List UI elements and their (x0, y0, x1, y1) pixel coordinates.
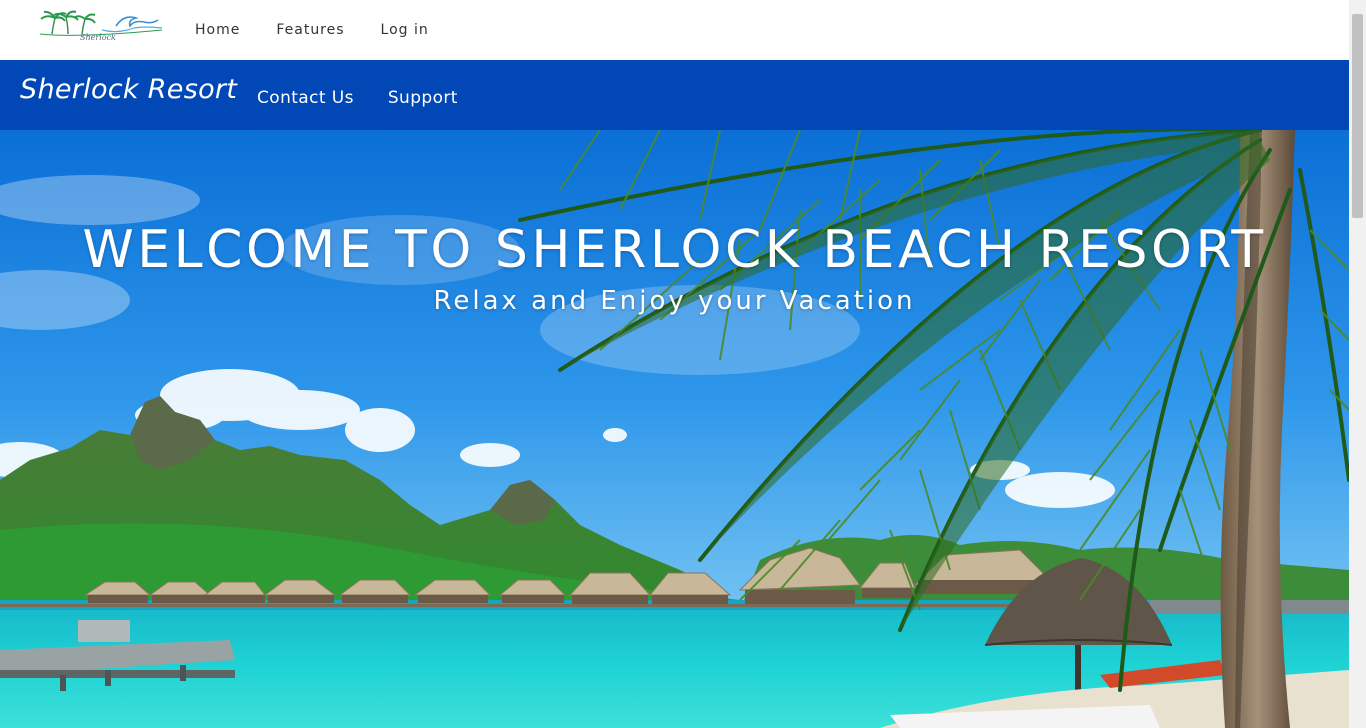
brand-nav-links: Contact Us Support (240, 60, 475, 130)
logo-text: Sherlock (80, 33, 116, 42)
hero-subtitle: Relax and Enjoy your Vacation (433, 286, 916, 316)
nav-support-link[interactable]: Support (371, 88, 475, 108)
nav-contact-us-link[interactable]: Contact Us (240, 88, 371, 108)
scrollbar-thumb[interactable] (1352, 14, 1363, 218)
nav-home-link[interactable]: Home (177, 0, 258, 60)
vertical-scrollbar[interactable] (1349, 0, 1366, 728)
top-navbar: Sherlock Home Features Log in (0, 0, 1349, 60)
hero-title: WELCOME TO SHERLOCK BEACH RESORT (82, 220, 1267, 280)
site-logo[interactable]: Sherlock (38, 8, 164, 46)
brand-title[interactable]: Sherlock Resort (20, 74, 237, 105)
top-nav-links: Home Features Log in (177, 0, 447, 60)
hero-banner: WELCOME TO SHERLOCK BEACH RESORT Relax a… (0, 130, 1349, 728)
brand-navbar: Sherlock Resort Contact Us Support (0, 60, 1349, 130)
nav-features-link[interactable]: Features (258, 0, 362, 60)
nav-login-link[interactable]: Log in (363, 0, 447, 60)
